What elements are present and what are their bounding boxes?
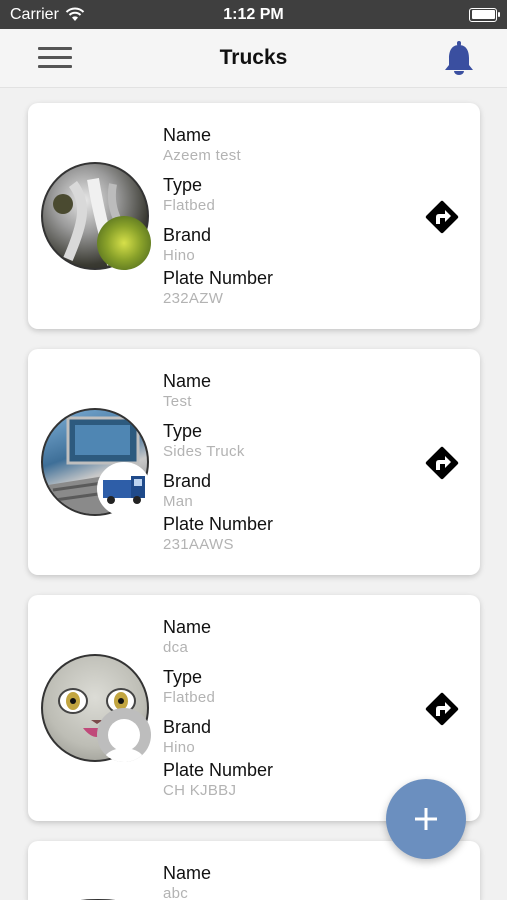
name-label: Name [163, 617, 212, 637]
directions-icon [425, 446, 459, 480]
name-value: Azeem test [163, 147, 242, 164]
name-label: Name [163, 371, 212, 391]
directions-button[interactable] [422, 443, 462, 483]
brand-label: Brand [163, 717, 212, 737]
directions-icon [425, 200, 459, 234]
plate-label: Plate Number [163, 514, 274, 534]
driver-photo [97, 216, 151, 270]
brand-value: Man [163, 493, 194, 510]
driver-photo [97, 462, 151, 516]
truck-card[interactable]: Name Azeem test Type Flatbed Brand Hino … [28, 103, 480, 329]
menu-button[interactable] [38, 47, 72, 69]
type-value: Sides Truck [163, 443, 245, 460]
type-label: Type [163, 421, 203, 441]
brand-value: Hino [163, 247, 196, 264]
truck-details: Name dca Type Flatbed Brand Hino Plate N… [163, 617, 273, 800]
brand-value: Hino [163, 739, 196, 756]
page-title: Trucks [219, 46, 288, 69]
add-truck-button[interactable] [386, 779, 466, 859]
name-value: dca [163, 639, 189, 656]
plate-value: CH KJBBJ [163, 782, 237, 799]
truck-avatar [41, 408, 151, 516]
driver-photo [97, 708, 151, 762]
type-value: Flatbed [163, 197, 216, 214]
carrier-label: Carrier [10, 5, 59, 23]
status-bar: Carrier 1:12 PM [0, 0, 507, 29]
name-label: Name [163, 125, 212, 145]
truck-avatar [41, 162, 151, 270]
brand-label: Brand [163, 225, 212, 245]
truck-card[interactable]: Name Test Type Sides Truck Brand Man Pla… [28, 349, 480, 575]
type-label: Type [163, 175, 203, 195]
truck-details: Name abc [163, 863, 211, 900]
battery-icon [469, 7, 500, 22]
wifi-icon [65, 7, 85, 21]
truck-details: Name Azeem test Type Flatbed Brand Hino … [163, 125, 273, 308]
plate-label: Plate Number [163, 760, 274, 780]
truck-details: Name Test Type Sides Truck Brand Man Pla… [163, 371, 273, 554]
nav-bar: Trucks [0, 29, 507, 88]
type-label: Type [163, 667, 203, 687]
name-label: Name [163, 863, 212, 883]
type-value: Flatbed [163, 689, 216, 706]
truck-avatar [41, 654, 151, 762]
status-left: Carrier [10, 6, 85, 24]
plate-label: Plate Number [163, 268, 274, 288]
notifications-button[interactable] [442, 40, 476, 76]
brand-label: Brand [163, 471, 212, 491]
directions-icon [425, 692, 459, 726]
hamburger-icon [38, 47, 72, 50]
directions-button[interactable] [422, 197, 462, 237]
plate-value: 231AAWS [163, 536, 234, 553]
plus-icon [415, 808, 437, 830]
bell-icon [445, 41, 473, 75]
name-value: abc [163, 885, 189, 900]
plate-value: 232AZW [163, 290, 224, 307]
name-value: Test [163, 393, 192, 410]
directions-button[interactable] [422, 689, 462, 729]
